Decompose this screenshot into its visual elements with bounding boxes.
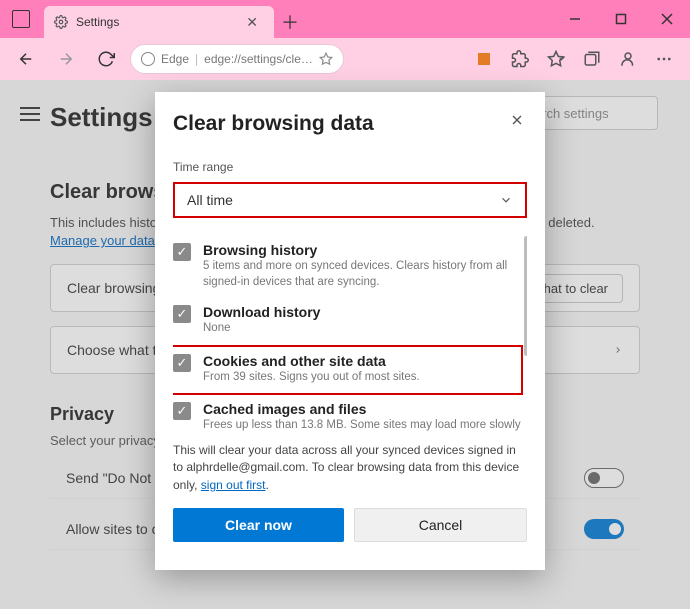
checkbox[interactable]: ✓ bbox=[173, 402, 191, 420]
edge-icon bbox=[141, 52, 155, 66]
item-title: Cookies and other site data bbox=[203, 353, 420, 369]
item-title: Cached images and files bbox=[203, 401, 527, 417]
scrollbar[interactable] bbox=[524, 236, 527, 356]
toolbar: Edge | edge://settings/cle… bbox=[0, 38, 690, 80]
item-desc: From 39 sites. Signs you out of most sit… bbox=[203, 370, 420, 386]
cookies-item: ✓ Cookies and other site data From 39 si… bbox=[173, 345, 523, 396]
close-window-button[interactable] bbox=[644, 0, 690, 38]
clear-now-button[interactable]: Clear now bbox=[173, 508, 344, 542]
favorites-button[interactable] bbox=[540, 43, 572, 75]
checkbox[interactable]: ✓ bbox=[173, 305, 191, 323]
cancel-button[interactable]: Cancel bbox=[354, 508, 527, 542]
titlebar: Settings ✕ ＋ bbox=[0, 0, 690, 38]
minimize-button[interactable] bbox=[552, 0, 598, 38]
chevron-down-icon bbox=[499, 193, 513, 207]
toolbar-right bbox=[468, 43, 680, 75]
sign-out-first-link[interactable]: sign out first bbox=[201, 478, 266, 492]
item-desc: 5 items and more on synced devices. Clea… bbox=[203, 259, 527, 290]
maximize-button[interactable] bbox=[598, 0, 644, 38]
forward-button[interactable] bbox=[50, 43, 82, 75]
checkbox[interactable]: ✓ bbox=[173, 354, 191, 372]
browsing-history-item: ✓ Browsing history 5 items and more on s… bbox=[173, 236, 527, 298]
address-url: edge://settings/cle… bbox=[204, 52, 313, 66]
extensions-button[interactable] bbox=[504, 43, 536, 75]
item-desc: None bbox=[203, 321, 320, 337]
gear-icon bbox=[54, 15, 68, 29]
dialog-title: Clear browsing data bbox=[173, 112, 527, 136]
back-button[interactable] bbox=[10, 43, 42, 75]
download-history-item: ✓ Download history None bbox=[173, 298, 527, 345]
item-title: Download history bbox=[203, 304, 320, 320]
tab-close-button[interactable]: ✕ bbox=[240, 12, 264, 33]
time-range-select[interactable]: All time bbox=[173, 182, 527, 218]
favorite-icon[interactable] bbox=[319, 52, 333, 66]
new-tab-button[interactable]: ＋ bbox=[274, 6, 306, 38]
tab-title: Settings bbox=[76, 15, 119, 29]
refresh-button[interactable] bbox=[90, 43, 122, 75]
dialog-buttons: Clear now Cancel bbox=[173, 508, 527, 542]
time-range-label: Time range bbox=[173, 160, 527, 174]
extension-icon[interactable] bbox=[468, 43, 500, 75]
dialog-close-button[interactable] bbox=[503, 106, 531, 134]
data-type-list: ✓ Browsing history 5 items and more on s… bbox=[173, 236, 527, 434]
cached-files-item: ✓ Cached images and files Frees up less … bbox=[173, 395, 527, 434]
clear-browsing-data-dialog: Clear browsing data Time range All time … bbox=[155, 92, 545, 570]
window-controls bbox=[552, 0, 690, 38]
profile-button[interactable] bbox=[612, 43, 644, 75]
item-title: Browsing history bbox=[203, 242, 527, 258]
address-prefix: Edge bbox=[161, 52, 189, 66]
time-range-value: All time bbox=[187, 192, 233, 208]
separator: | bbox=[195, 52, 198, 66]
sync-notice: This will clear your data across all you… bbox=[173, 442, 527, 494]
address-bar[interactable]: Edge | edge://settings/cle… bbox=[130, 44, 344, 74]
item-desc: Frees up less than 13.8 MB. Some sites m… bbox=[203, 418, 527, 434]
more-button[interactable] bbox=[648, 43, 680, 75]
checkbox[interactable]: ✓ bbox=[173, 243, 191, 261]
collections-button[interactable] bbox=[576, 43, 608, 75]
app-icon bbox=[12, 10, 30, 28]
browser-tab[interactable]: Settings ✕ bbox=[44, 6, 274, 38]
